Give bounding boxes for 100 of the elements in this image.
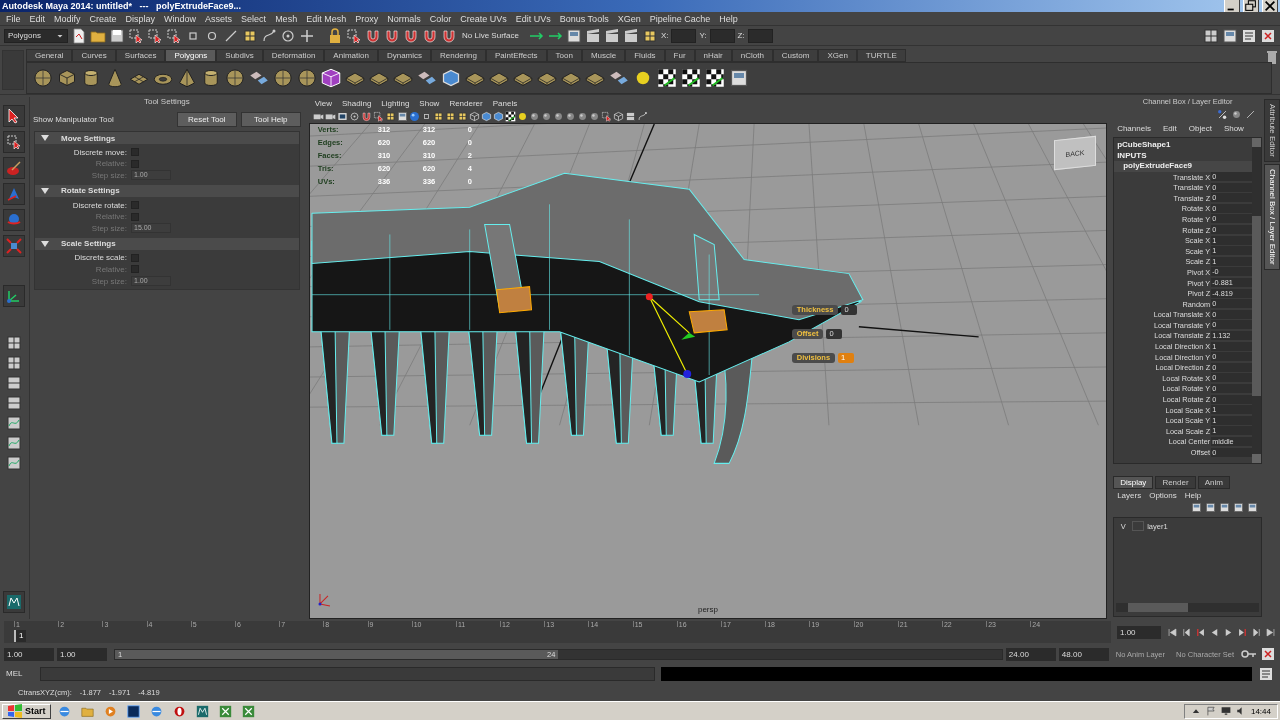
side-tab[interactable]: Attribute Editor (1264, 99, 1280, 162)
graph-icon[interactable] (6, 415, 23, 431)
end-time-field[interactable]: 48.00 (1058, 647, 1109, 661)
live-surface-field[interactable]: No Live Surface (460, 28, 525, 43)
page-icon[interactable] (71, 27, 87, 44)
menu-item[interactable]: Bonus Tools (559, 13, 609, 24)
skip-start-icon[interactable] (1167, 626, 1178, 638)
menu-item[interactable]: Layers (1117, 491, 1142, 500)
trash-icon[interactable] (1264, 49, 1280, 65)
cube-icon[interactable] (57, 68, 77, 88)
panel-icon[interactable] (1191, 502, 1202, 513)
side-tab[interactable]: Channel Box / Layer Editor (1264, 163, 1280, 270)
menu-item[interactable]: File (6, 13, 21, 24)
checker-icon[interactable] (504, 110, 516, 122)
grid-icon[interactable] (444, 110, 456, 122)
layout-icon[interactable] (6, 395, 23, 411)
menu-item[interactable]: Pipeline Cache (649, 13, 711, 24)
shelf-tab[interactable]: Dynamics (377, 49, 432, 62)
panel-icon[interactable] (1205, 502, 1216, 513)
step-back-icon[interactable] (1181, 626, 1192, 638)
checker-icon[interactable] (705, 68, 725, 88)
ball-icon[interactable] (540, 110, 552, 122)
script-editor-icon[interactable] (1241, 27, 1257, 44)
axis-icon[interactable] (1217, 109, 1228, 120)
curve-icon[interactable] (636, 110, 648, 122)
shelf-tab[interactable]: Muscle (581, 49, 626, 62)
target-icon[interactable] (348, 110, 360, 122)
editor-icon[interactable] (127, 704, 140, 718)
graph-icon[interactable] (6, 455, 23, 471)
panel-icon[interactable] (729, 68, 749, 88)
sphere-icon[interactable] (33, 68, 53, 88)
panel-icon[interactable] (1222, 27, 1238, 44)
menu-item[interactable]: Assets (205, 13, 233, 24)
preferences-icon[interactable] (1260, 646, 1276, 662)
selection-icon[interactable] (372, 110, 384, 122)
panel-icon[interactable] (1247, 502, 1258, 513)
menu-item[interactable]: Edit UVs (515, 13, 551, 24)
shelf-tab[interactable]: TURTLE (856, 49, 906, 62)
rotate-tool-button[interactable] (3, 209, 26, 231)
start-time-field[interactable]: 1.00 (4, 647, 54, 661)
ball-icon[interactable] (552, 110, 564, 122)
layer-tab[interactable]: Anim (1197, 476, 1230, 489)
command-field[interactable] (40, 666, 655, 681)
menu-item[interactable]: Options (1149, 491, 1177, 500)
selection-icon[interactable] (346, 27, 362, 44)
layout-icon[interactable] (6, 335, 23, 351)
menu-item[interactable]: Shading (341, 98, 372, 108)
key-back-icon[interactable] (1195, 626, 1206, 638)
panel-icon[interactable] (1219, 502, 1230, 513)
section-header[interactable]: Rotate Settings (35, 184, 299, 197)
move-tool-button[interactable] (3, 183, 26, 205)
scale-tool-button[interactable] (3, 235, 26, 257)
cube-icon[interactable] (441, 68, 461, 88)
ball-icon[interactable] (588, 110, 600, 122)
tool-button[interactable]: Tool Help (240, 111, 301, 127)
app-tool-button[interactable] (3, 591, 26, 613)
shelf-tab[interactable]: Toon (546, 49, 582, 62)
magnet-icon[interactable] (441, 27, 457, 44)
menu-item[interactable]: Modify (54, 13, 81, 24)
shelf-tab[interactable]: Curves (72, 49, 116, 62)
spreadsheet-icon[interactable] (242, 704, 255, 718)
menu-item[interactable]: Show (1223, 123, 1244, 133)
menu-item[interactable]: View (314, 98, 332, 108)
playback-start-field[interactable]: 1.00 (57, 647, 107, 661)
ball-icon[interactable] (576, 110, 588, 122)
menu-item[interactable]: Proxy (355, 13, 379, 24)
sphere-icon[interactable] (297, 68, 317, 88)
ball-icon[interactable] (528, 110, 540, 122)
sphere-icon[interactable] (273, 68, 293, 88)
coordinate-field[interactable] (709, 28, 735, 43)
shelf-tab[interactable]: Fluids (625, 49, 665, 62)
film-icon[interactable] (336, 110, 348, 122)
wireframe-icon[interactable] (468, 110, 480, 122)
layout-icon[interactable] (624, 110, 636, 122)
magnet-icon[interactable] (403, 27, 419, 44)
shelf-tab[interactable]: nCloth (731, 49, 773, 62)
flag-icon[interactable] (1205, 706, 1216, 716)
shelf-tab[interactable]: Deformation (262, 49, 325, 62)
grid-icon[interactable] (641, 27, 658, 44)
light-icon[interactable] (516, 110, 528, 122)
menu-item[interactable]: Select (241, 13, 267, 24)
selection-icon[interactable] (128, 27, 144, 44)
shelf-tab[interactable]: Surfaces (115, 49, 166, 62)
target-icon[interactable] (280, 27, 296, 44)
section-header[interactable]: Scale Settings (35, 237, 299, 250)
browser-icon[interactable] (58, 704, 71, 718)
scrollbar[interactable] (1116, 603, 1259, 612)
menu-item[interactable]: Edit (1162, 123, 1177, 133)
layout-icon[interactable] (1203, 27, 1219, 44)
brush-tool-button[interactable] (3, 157, 26, 179)
clapper-icon[interactable] (622, 27, 639, 44)
curve-icon[interactable] (261, 27, 277, 44)
menu-item[interactable]: Panels (492, 98, 518, 108)
skip-end-icon[interactable] (1265, 626, 1276, 638)
layout-icon[interactable] (6, 355, 23, 371)
selection-icon[interactable] (600, 110, 612, 122)
preferences-icon[interactable] (1260, 27, 1276, 44)
tool-button[interactable]: Reset Tool (176, 111, 237, 127)
shelf-tab[interactable]: General (26, 49, 73, 62)
checkbox[interactable] (131, 253, 139, 262)
